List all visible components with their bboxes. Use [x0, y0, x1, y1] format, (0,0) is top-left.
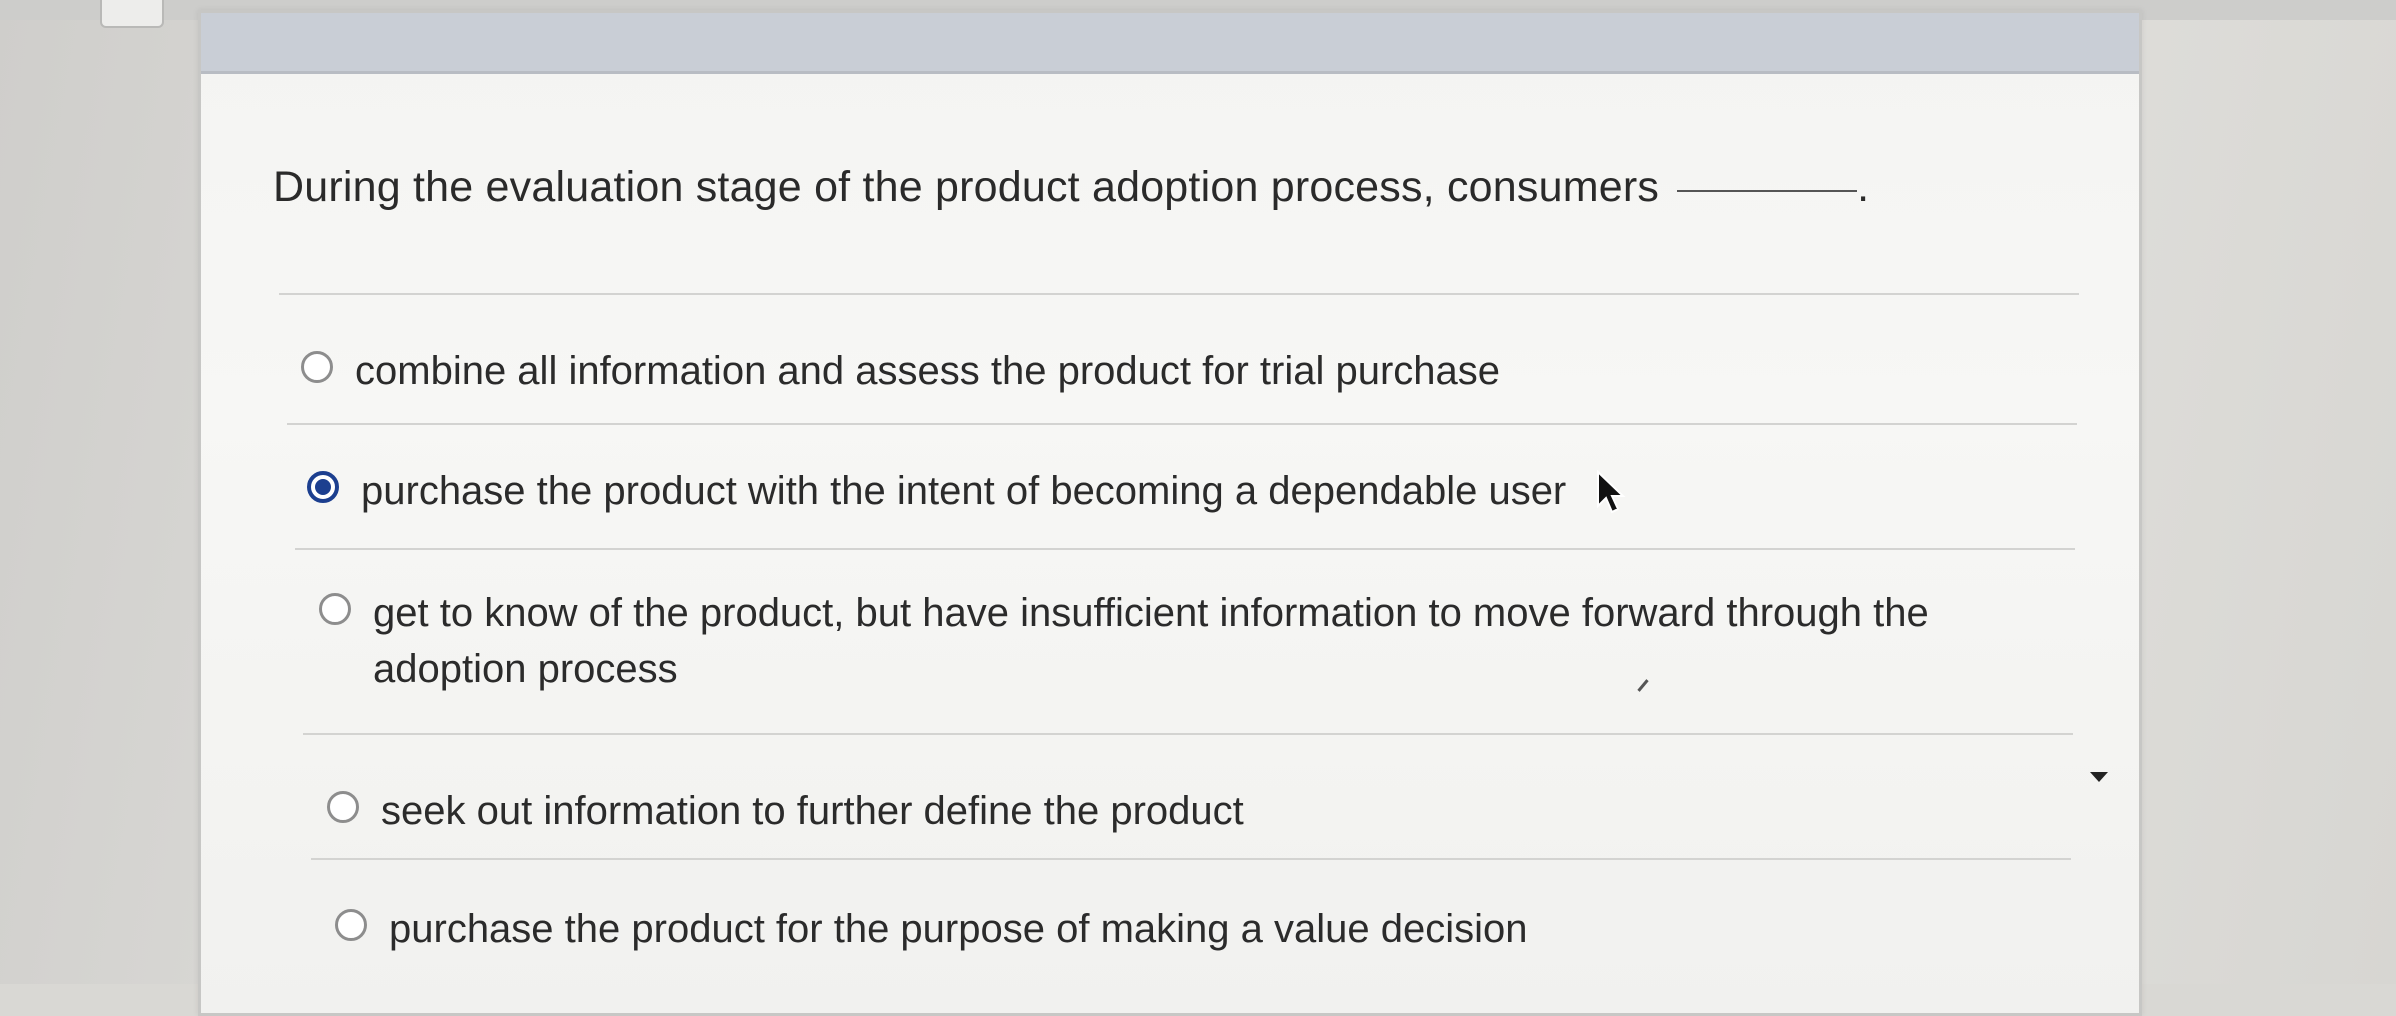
- radio-button-3[interactable]: [319, 593, 351, 625]
- option-label-3: get to know of the product, but have ins…: [373, 591, 1929, 691]
- card-header: [201, 13, 2139, 74]
- option-label-1: combine all information and assess the p…: [355, 349, 1501, 393]
- question-card: During the evaluation stage of the produ…: [198, 10, 2142, 1016]
- option-4[interactable]: seek out information to further define t…: [327, 783, 1244, 839]
- divider: [303, 733, 2073, 735]
- mouse-pointer-icon: [1597, 470, 1626, 514]
- question-prompt: During the evaluation stage of the produ…: [273, 163, 1869, 212]
- option-label-5: purchase the product for the purpose of …: [389, 907, 1528, 951]
- radio-button-4[interactable]: [327, 791, 359, 823]
- caret-down-icon[interactable]: [2090, 772, 2108, 782]
- divider: [287, 423, 2077, 425]
- radio-button-2-selected[interactable]: [307, 471, 339, 503]
- divider: [295, 548, 2075, 550]
- option-label-4: seek out information to further define t…: [381, 789, 1244, 833]
- answer-blank: [1677, 190, 1858, 193]
- radio-button-1[interactable]: [301, 351, 333, 383]
- option-label-2: purchase the product with the intent of …: [361, 469, 1567, 513]
- question-period: .: [1857, 163, 1870, 211]
- option-1[interactable]: combine all information and assess the p…: [301, 343, 1500, 399]
- question-text: During the evaluation stage of the produ…: [273, 163, 1660, 211]
- corner-tab: [100, 0, 164, 28]
- option-5[interactable]: purchase the product for the purpose of …: [335, 901, 1527, 957]
- radio-button-5[interactable]: [335, 909, 367, 941]
- option-2[interactable]: purchase the product with the intent of …: [307, 463, 1566, 519]
- option-3[interactable]: get to know of the product, but have ins…: [319, 585, 2019, 697]
- divider: [311, 858, 2071, 860]
- divider: [279, 293, 2079, 295]
